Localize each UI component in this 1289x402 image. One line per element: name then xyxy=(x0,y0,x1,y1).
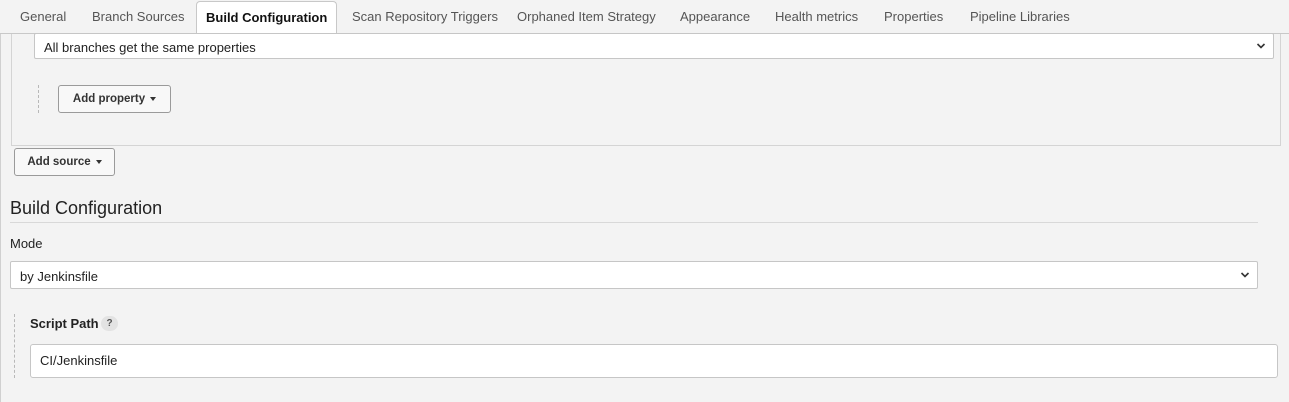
script-path-input[interactable]: CI/Jenkinsfile xyxy=(30,344,1278,378)
mode-select[interactable]: by Jenkinsfile xyxy=(10,261,1258,289)
help-icon[interactable]: ? xyxy=(101,316,118,331)
tab-general[interactable]: General xyxy=(20,0,66,34)
script-path-label: Script Path xyxy=(30,316,99,331)
script-path-group-guide xyxy=(14,314,15,378)
add-property-button[interactable]: Add property xyxy=(58,85,171,113)
add-source-button[interactable]: Add source xyxy=(14,148,115,176)
section-divider xyxy=(10,222,1258,223)
tab-appearance[interactable]: Appearance xyxy=(680,0,750,34)
caret-down-icon xyxy=(95,160,102,164)
tab-properties[interactable]: Properties xyxy=(884,0,943,34)
property-strategy-value: All branches get the same properties xyxy=(44,40,256,55)
tab-orphaned-item-strategy[interactable]: Orphaned Item Strategy xyxy=(517,0,656,34)
chevron-down-icon xyxy=(1240,272,1250,278)
tab-scan-repository-triggers[interactable]: Scan Repository Triggers xyxy=(352,0,498,34)
chevron-down-icon xyxy=(1256,43,1266,49)
tab-branch-sources[interactable]: Branch Sources xyxy=(92,0,185,34)
tab-bar: General Branch Sources Build Configurati… xyxy=(0,0,1289,34)
mode-label: Mode xyxy=(10,236,43,251)
mode-value: by Jenkinsfile xyxy=(20,269,99,284)
tab-build-configuration[interactable]: Build Configuration xyxy=(196,1,338,34)
property-strategy-select[interactable]: All branches get the same properties xyxy=(34,33,1274,59)
tab-pipeline-libraries[interactable]: Pipeline Libraries xyxy=(970,0,1070,34)
caret-down-icon xyxy=(150,97,157,101)
add-source-label: Add source xyxy=(27,156,91,168)
content-left-border xyxy=(0,34,1,402)
property-group-guide xyxy=(38,85,39,113)
section-title: Build Configuration xyxy=(10,198,163,218)
add-property-label: Add property xyxy=(72,93,146,105)
tab-health-metrics[interactable]: Health metrics xyxy=(775,0,858,34)
